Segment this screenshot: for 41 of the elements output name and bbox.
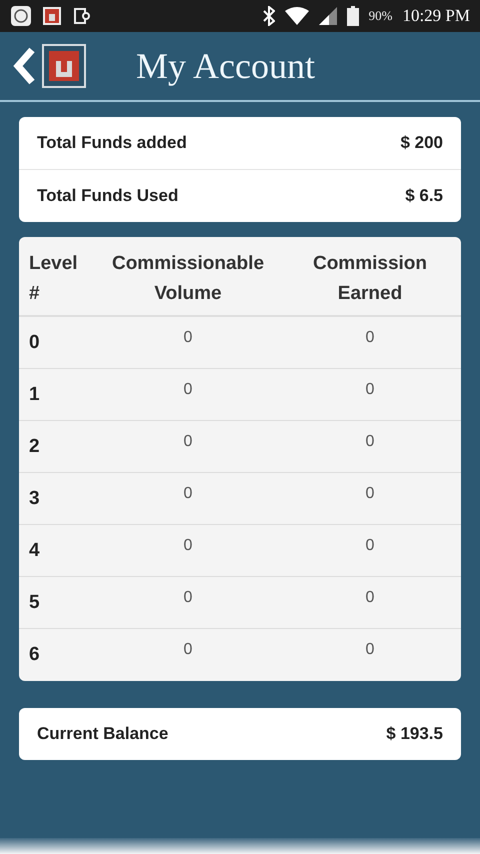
table-value: 0 (366, 433, 374, 451)
level-number: 2 (29, 436, 40, 458)
balance-label: Current Balance (37, 724, 168, 744)
signal-icon (318, 7, 337, 25)
funds-label: Total Funds Used (37, 186, 178, 206)
column-header: Commission Earned (312, 252, 428, 306)
column-header: Commissionable Volume (110, 252, 266, 306)
level-number: 0 (29, 332, 40, 354)
table-value: 0 (366, 537, 374, 555)
table-value: 0 (366, 329, 374, 347)
logo-icon (42, 44, 86, 88)
level-number: 6 (29, 644, 40, 666)
funds-amount: $ 6.5 (405, 186, 443, 206)
funds-amount: $ 200 (400, 133, 443, 153)
wifi-icon (284, 7, 309, 25)
level-number: 4 (29, 540, 40, 562)
table-value: 0 (366, 641, 374, 659)
table-value: 0 (184, 381, 192, 399)
level-number: 3 (29, 488, 40, 510)
table-value: 0 (366, 589, 374, 607)
screen-settings-icon (72, 6, 92, 26)
level-number: 5 (29, 592, 40, 614)
table-value: 0 (366, 381, 374, 399)
battery-icon (346, 6, 359, 26)
battery-percent: 90% (368, 8, 392, 24)
logo-icon (42, 6, 62, 26)
column-header: Level # (29, 252, 79, 306)
table-value: 0 (184, 537, 192, 555)
app-icon (10, 5, 32, 27)
page-title: My Account (136, 45, 315, 87)
table-value: 0 (184, 641, 192, 659)
level-number: 1 (29, 384, 40, 406)
funds-label: Total Funds added (37, 133, 187, 153)
clock-time: 10:29 PM (402, 6, 470, 26)
table-value: 0 (184, 433, 192, 451)
table-value: 0 (366, 485, 374, 503)
bluetooth-icon (262, 6, 275, 26)
balance-amount: $ 193.5 (386, 724, 443, 744)
table-value: 0 (184, 485, 192, 503)
table-value: 0 (184, 329, 192, 347)
table-value: 0 (184, 589, 192, 607)
